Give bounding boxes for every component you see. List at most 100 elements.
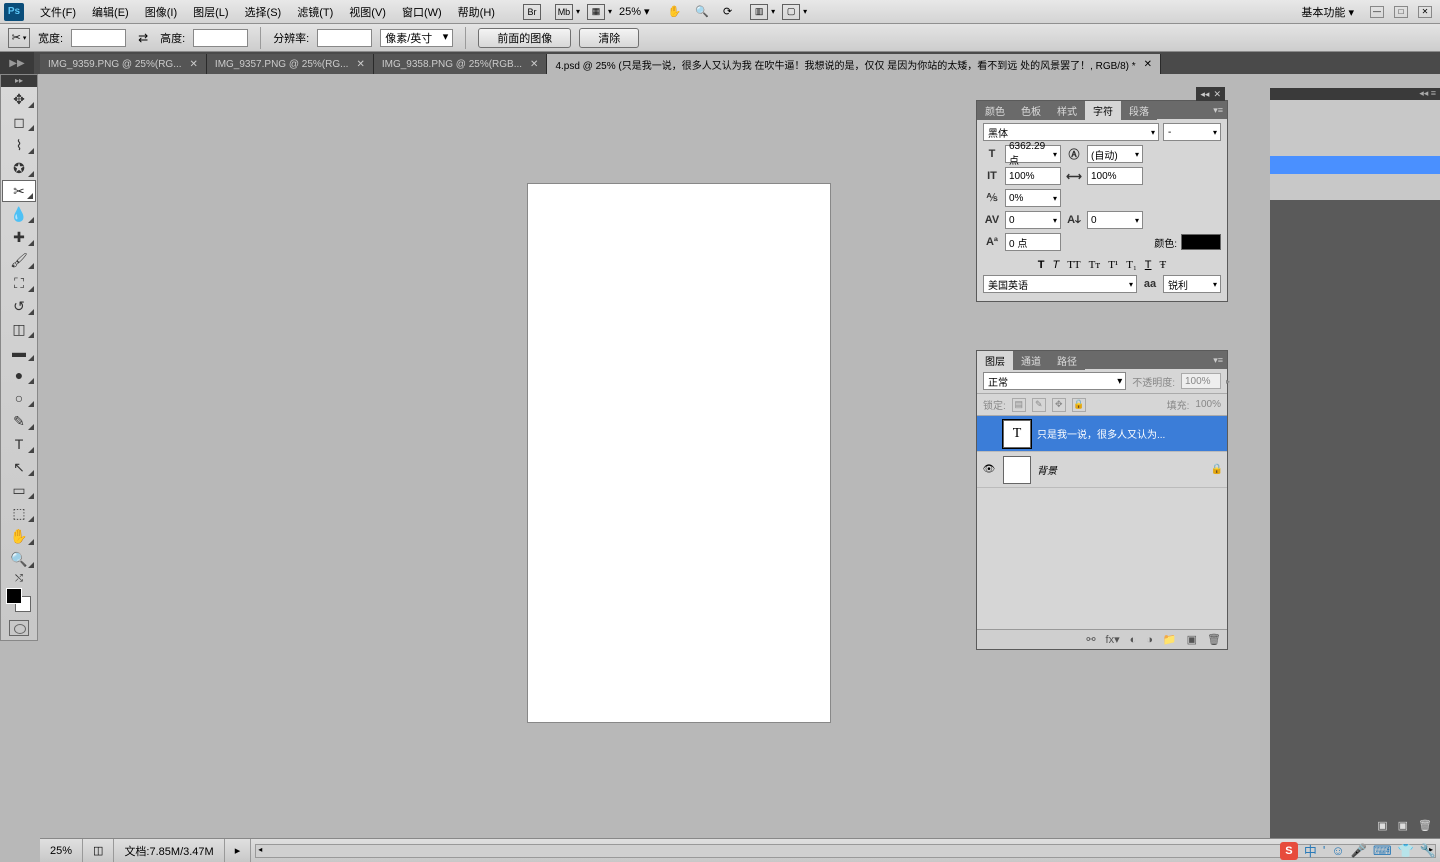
lock-pixels-icon[interactable]: ✎: [1032, 398, 1046, 412]
marquee-tool[interactable]: ◻: [2, 111, 36, 133]
shape-tool[interactable]: ▭: [2, 479, 36, 501]
layer-name[interactable]: 背景: [1037, 462, 1205, 477]
hand-icon[interactable]: ✋: [668, 5, 682, 18]
close-icon[interactable]: ✕: [356, 59, 364, 70]
font-size-input[interactable]: 6362.29 点: [1005, 145, 1061, 163]
3d-tool[interactable]: ⬚: [2, 502, 36, 524]
pen-tool[interactable]: ✎: [2, 410, 36, 432]
ime-logo-icon[interactable]: S: [1280, 842, 1298, 860]
menu-image[interactable]: 图像(I): [137, 4, 185, 20]
tab-channels[interactable]: 通道: [1013, 351, 1049, 370]
status-zoom[interactable]: 25%: [40, 839, 83, 862]
healing-tool[interactable]: ✚: [2, 226, 36, 248]
close-icon[interactable]: ✕: [1144, 59, 1152, 70]
ime-punct-icon[interactable]: ': [1323, 843, 1325, 858]
history-brush-tool[interactable]: ↺: [2, 295, 36, 317]
crop-tool-preset[interactable]: ✂: [8, 28, 30, 48]
ime-lang-icon[interactable]: 中: [1304, 841, 1317, 860]
screenmode-icon[interactable]: ▢: [782, 4, 800, 20]
menu-edit[interactable]: 编辑(E): [84, 4, 137, 20]
width-input[interactable]: [71, 29, 126, 47]
vscale-input[interactable]: 100%: [1005, 167, 1061, 185]
tab-character[interactable]: 字符: [1085, 101, 1121, 120]
zoom-icon[interactable]: 🔍: [695, 5, 709, 18]
tab-dock-handle[interactable]: ▶▶: [0, 52, 34, 74]
tab-swatches[interactable]: 色板: [1013, 101, 1049, 120]
ime-keyboard-icon[interactable]: ⌨: [1373, 843, 1392, 859]
crop-tool[interactable]: ✂: [2, 180, 36, 202]
tab-layers[interactable]: 图层: [977, 351, 1013, 370]
path-select-tool[interactable]: ↖: [2, 456, 36, 478]
hscale-input[interactable]: 100%: [1087, 167, 1143, 185]
brush-tool[interactable]: 🖌: [2, 249, 36, 271]
menu-filter[interactable]: 滤镜(T): [289, 4, 341, 20]
menu-file[interactable]: 文件(F): [32, 4, 84, 20]
navigator-preview[interactable]: [1270, 100, 1440, 200]
camera-icon[interactable]: ▣: [1377, 819, 1387, 832]
layer-thumbnail[interactable]: [1003, 456, 1031, 484]
blend-mode-select[interactable]: 正常: [983, 372, 1126, 390]
arrange-icon[interactable]: ▥: [750, 4, 768, 20]
subscript-button[interactable]: T₁: [1126, 259, 1137, 271]
lasso-tool[interactable]: ⌇: [2, 134, 36, 156]
viewextras-icon[interactable]: ▦: [587, 4, 605, 20]
canvas-area[interactable]: [40, 74, 1440, 838]
antialias-select[interactable]: 锐利: [1163, 275, 1221, 293]
text-color-swatch[interactable]: [1181, 234, 1221, 250]
new-layer-icon[interactable]: ▣: [1187, 633, 1197, 646]
group-icon[interactable]: 📁: [1163, 633, 1177, 646]
tab-paths[interactable]: 路径: [1049, 351, 1085, 370]
document-canvas[interactable]: [528, 184, 830, 722]
window-restore-button[interactable]: □: [1394, 6, 1408, 18]
font-family-select[interactable]: 黑体: [983, 123, 1159, 141]
horizontal-scrollbar[interactable]: [255, 844, 1436, 858]
layer-mask-icon[interactable]: ◐: [1130, 634, 1137, 646]
resolution-input[interactable]: [317, 29, 372, 47]
dodge-tool[interactable]: ○: [2, 387, 36, 409]
document-tab[interactable]: IMG_9357.PNG @ 25%(RG...✕: [207, 54, 374, 74]
toolbox-collapse[interactable]: ▸▸: [1, 75, 37, 87]
front-image-button[interactable]: 前面的图像: [478, 28, 571, 48]
delete-layer-icon[interactable]: 🗑: [1207, 633, 1221, 646]
tab-paragraph[interactable]: 段落: [1121, 101, 1157, 120]
clear-button[interactable]: 清除: [579, 28, 639, 48]
layer-thumbnail[interactable]: T: [1003, 420, 1031, 448]
height-input[interactable]: [193, 29, 248, 47]
rotate-icon[interactable]: ⟳: [723, 5, 732, 18]
blur-tool[interactable]: ●: [2, 364, 36, 386]
menu-help[interactable]: 帮助(H): [450, 4, 503, 20]
ime-person-icon[interactable]: 👕: [1398, 843, 1414, 859]
strikethrough-button[interactable]: Ŧ: [1160, 259, 1167, 271]
lock-all-icon[interactable]: 🔒: [1072, 398, 1086, 412]
hand-tool[interactable]: ✋: [2, 525, 36, 547]
menu-window[interactable]: 窗口(W): [394, 4, 450, 20]
opacity-input[interactable]: 100%: [1181, 373, 1221, 389]
layer-name[interactable]: 只是我一说，很多人又认为...: [1037, 426, 1223, 441]
layer-fx-icon[interactable]: fx▾: [1106, 633, 1120, 646]
close-icon[interactable]: ✕: [190, 59, 198, 70]
quickmask-toggle[interactable]: [9, 620, 29, 636]
panel-collapse-bar[interactable]: ◂◂✕: [1196, 87, 1225, 101]
leading-input[interactable]: (自动): [1087, 145, 1143, 163]
ime-emoji-icon[interactable]: ☺: [1331, 843, 1344, 858]
zoom-tool[interactable]: 🔍: [2, 548, 36, 570]
camera2-icon[interactable]: ▣: [1398, 819, 1408, 832]
allcaps-button[interactable]: TT: [1067, 259, 1080, 271]
fill-input[interactable]: 100%: [1195, 399, 1221, 410]
eyedropper-tool[interactable]: 💧: [2, 203, 36, 225]
tab-styles[interactable]: 样式: [1049, 101, 1085, 120]
tracking-input[interactable]: 0%: [1005, 189, 1061, 207]
menu-select[interactable]: 选择(S): [237, 4, 290, 20]
font-style-select[interactable]: -: [1163, 123, 1221, 141]
baseline-input[interactable]: 0 点: [1005, 233, 1061, 251]
layer-row[interactable]: T 只是我一说，很多人又认为...: [977, 416, 1227, 452]
move-tool[interactable]: ✥: [2, 88, 36, 110]
panel-menu-icon[interactable]: ▾≡: [1209, 105, 1227, 116]
ime-settings-icon[interactable]: 🔧: [1420, 843, 1436, 859]
italic-button[interactable]: T: [1052, 259, 1059, 271]
lock-position-icon[interactable]: ✥: [1052, 398, 1066, 412]
panel-menu-icon[interactable]: ▾≡: [1209, 355, 1227, 366]
document-tab[interactable]: IMG_9359.PNG @ 25%(RG...✕: [40, 54, 207, 74]
menu-view[interactable]: 视图(V): [341, 4, 394, 20]
bridge-icon[interactable]: Br: [523, 4, 541, 20]
